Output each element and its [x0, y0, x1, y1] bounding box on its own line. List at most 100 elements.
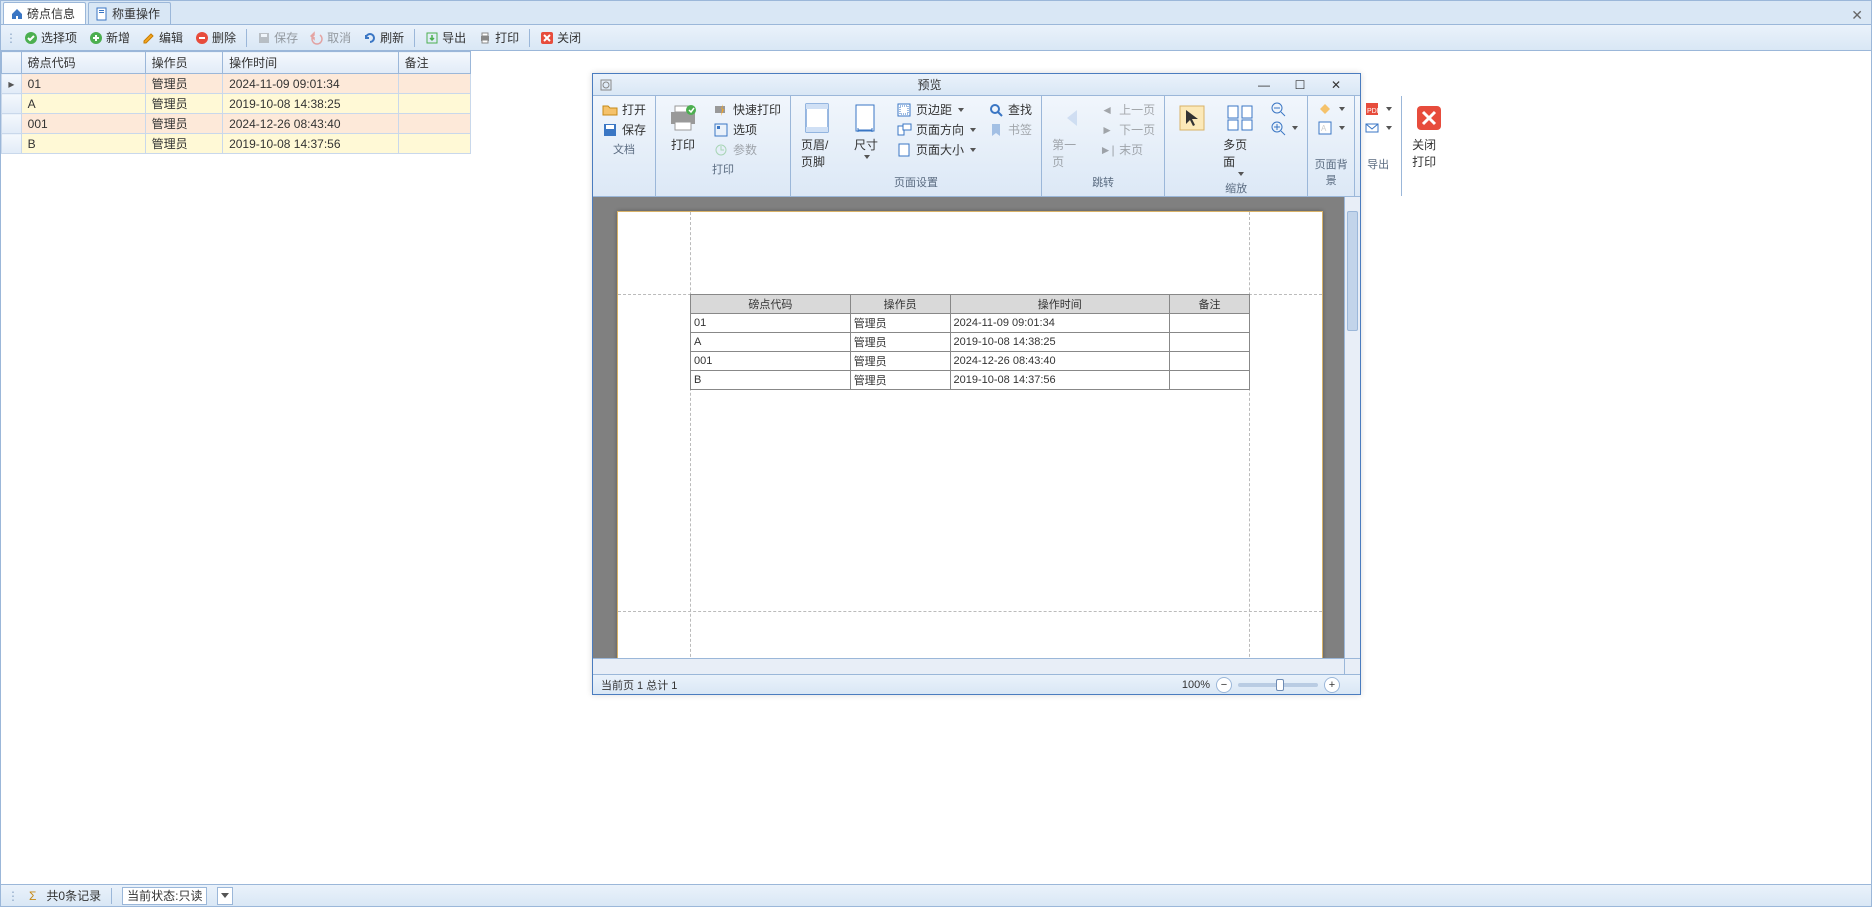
cell-code[interactable]: 001: [21, 114, 145, 134]
zoom-slider[interactable]: [1238, 683, 1318, 687]
preview-table-row: 01管理员2024-11-09 09:01:34: [691, 314, 1250, 333]
column-header[interactable]: 操作时间: [223, 52, 399, 74]
mail-icon: [1364, 120, 1380, 136]
open-button[interactable]: 打开: [599, 100, 649, 119]
cell-time[interactable]: 2019-10-08 14:38:25: [223, 94, 399, 114]
cell-code[interactable]: B: [21, 134, 145, 154]
fill-icon: [1317, 101, 1333, 117]
margins-button[interactable]: 页边距: [893, 100, 979, 119]
tab-label: 磅点信息: [27, 5, 75, 22]
data-grid[interactable]: 磅点代码操作员操作时间备注▸01管理员2024-11-09 09:01:34A管…: [1, 51, 471, 154]
column-header[interactable]: 操作员: [145, 52, 222, 74]
cell-time[interactable]: 2024-11-09 09:01:34: [223, 74, 399, 94]
find-button[interactable]: 查找: [985, 100, 1035, 119]
cell-note[interactable]: [398, 134, 470, 154]
print-button[interactable]: 打印: [473, 27, 524, 48]
export-pdf-button[interactable]: PDF: [1361, 100, 1395, 118]
cell-note[interactable]: [398, 94, 470, 114]
delete-button[interactable]: 删除: [190, 27, 241, 48]
ribbon-group-print: 打印 快速打印 选项 参数 打印: [656, 96, 791, 196]
preview-cell: 管理员: [850, 352, 950, 371]
options-icon: [713, 122, 729, 138]
state-dropdown-arrow[interactable]: [217, 887, 233, 905]
group-label: 缩放: [1171, 180, 1301, 194]
tab-weighing-operation[interactable]: 称重操作: [88, 2, 171, 24]
export-button[interactable]: 导出: [420, 27, 471, 48]
table-row[interactable]: ▸01管理员2024-11-09 09:01:34: [2, 74, 471, 94]
bg-color-button[interactable]: [1314, 100, 1348, 118]
params-icon: [713, 142, 729, 158]
cell-code[interactable]: A: [21, 94, 145, 114]
multi-page-button[interactable]: 多页面: [1219, 100, 1261, 178]
cancel-button: 取消: [305, 27, 356, 48]
cell-operator[interactable]: 管理员: [145, 114, 222, 134]
cell-time[interactable]: 2019-10-08 14:37:56: [223, 134, 399, 154]
print-options-button[interactable]: 选项: [710, 120, 784, 139]
close-print-button[interactable]: 关闭打印: [1408, 100, 1450, 172]
state-dropdown[interactable]: 当前状态:只读: [122, 887, 207, 905]
refresh-button[interactable]: 刷新: [358, 27, 409, 48]
edit-button[interactable]: 编辑: [137, 27, 188, 48]
zoom-plus-button[interactable]: +: [1324, 677, 1340, 693]
new-button[interactable]: 新增: [84, 27, 135, 48]
pointer-button[interactable]: [1171, 100, 1213, 136]
pagesize-button[interactable]: 页面大小: [893, 140, 979, 159]
close-button[interactable]: 关闭: [535, 27, 586, 48]
cell-operator[interactable]: 管理员: [145, 94, 222, 114]
quick-print-button[interactable]: 快速打印: [710, 100, 784, 119]
bookmark-icon: [988, 122, 1004, 138]
preview-cell: [1170, 371, 1250, 390]
preview-vscrollbar[interactable]: [1344, 197, 1360, 658]
tab-pound-info[interactable]: 磅点信息: [3, 2, 86, 24]
cell-note[interactable]: [398, 74, 470, 94]
preview-column-header: 磅点代码: [691, 295, 851, 314]
column-header[interactable]: 备注: [398, 52, 470, 74]
page-size-button[interactable]: 尺寸: [845, 100, 887, 161]
cell-operator[interactable]: 管理员: [145, 134, 222, 154]
main-status-bar: ⋮ Σ 共0条记录 当前状态:只读: [1, 884, 1871, 906]
dropdown-icon: [1386, 107, 1392, 111]
table-row[interactable]: 001管理员2024-12-26 08:43:40: [2, 114, 471, 134]
print-big-button[interactable]: 打印: [662, 100, 704, 155]
save-button[interactable]: 保存: [599, 120, 649, 139]
scrollbar-thumb[interactable]: [1347, 211, 1358, 331]
zoom-minus-button[interactable]: −: [1216, 677, 1232, 693]
cell-time[interactable]: 2024-12-26 08:43:40: [223, 114, 399, 134]
column-header[interactable]: 磅点代码: [21, 52, 145, 74]
preview-cell: [1170, 352, 1250, 371]
orientation-button[interactable]: 页面方向: [893, 120, 979, 139]
maximize-button[interactable]: ☐: [1282, 76, 1318, 94]
close-print-icon: [1413, 102, 1445, 134]
group-label: 文档: [599, 141, 649, 155]
margins-icon: [896, 102, 912, 118]
select-button[interactable]: 选择项: [19, 27, 82, 48]
cell-note[interactable]: [398, 114, 470, 134]
header-footer-button[interactable]: 页眉/页脚: [797, 100, 839, 172]
export-mail-button[interactable]: [1361, 119, 1395, 137]
window-close-button[interactable]: ✕: [1318, 76, 1354, 94]
cell-code[interactable]: 01: [21, 74, 145, 94]
last-page-button: ►|末页: [1096, 140, 1158, 159]
table-row[interactable]: A管理员2019-10-08 14:38:25: [2, 94, 471, 114]
zoom-in-button[interactable]: [1267, 119, 1301, 137]
preview-title: 预览: [613, 76, 1246, 93]
minimize-button[interactable]: —: [1246, 76, 1282, 94]
table-row[interactable]: B管理员2019-10-08 14:37:56: [2, 134, 471, 154]
home-icon: [10, 7, 24, 21]
preview-hscrollbar[interactable]: [593, 658, 1344, 674]
refresh-icon: [363, 31, 377, 45]
preview-cell: 01: [691, 314, 851, 333]
dropdown-icon: [970, 148, 976, 152]
application-window: 磅点信息 称重操作 ✕ ⋮ 选择项 新增 编辑 删除 保存 取消 刷新 导出 打…: [0, 0, 1872, 907]
zoom-slider-handle[interactable]: [1276, 679, 1284, 691]
preview-viewport[interactable]: 磅点代码操作员操作时间备注01管理员2024-11-09 09:01:34A管理…: [593, 197, 1360, 674]
close-tab-icon[interactable]: ✕: [1851, 7, 1863, 24]
preview-cell: 2019-10-08 14:37:56: [950, 371, 1170, 390]
bg-watermark-button[interactable]: A: [1314, 119, 1348, 137]
group-label: 跳转: [1048, 174, 1158, 188]
folder-open-icon: [602, 102, 618, 118]
zoom-in-icon: [1270, 120, 1286, 136]
cell-operator[interactable]: 管理员: [145, 74, 222, 94]
dropdown-icon: [1292, 126, 1298, 130]
zoom-out-button[interactable]: [1267, 100, 1301, 118]
